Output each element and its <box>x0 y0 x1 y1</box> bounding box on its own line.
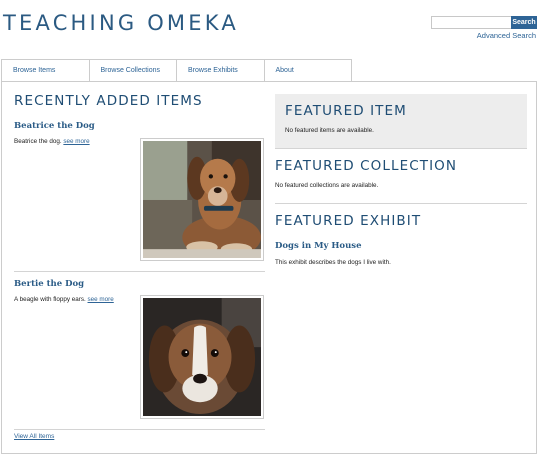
item-description-text: Beatrice the dog. <box>14 138 62 145</box>
dog-photo-icon <box>143 141 261 258</box>
nav-browse-exhibits[interactable]: Browse Exhibits <box>177 60 265 82</box>
exhibit-title-link[interactable]: Dogs in My House <box>275 241 361 251</box>
nav-about[interactable]: About <box>264 60 352 82</box>
site-title[interactable]: TEACHING OMEKA <box>3 11 239 35</box>
exhibit-description: This exhibit describes the dogs I live w… <box>275 259 391 266</box>
featured-item-message: No featured items are available. <box>285 127 374 134</box>
recent-items-heading: RECENTLY ADDED ITEMS <box>14 93 203 109</box>
see-more-link[interactable]: see more <box>63 138 89 145</box>
dog-photo-icon <box>143 298 261 416</box>
item-description: A beagle with floppy ears. see more <box>14 296 114 303</box>
see-more-link[interactable]: see more <box>88 296 114 303</box>
featured-collection-message: No featured collections are available. <box>275 182 379 189</box>
item-title-beatrice[interactable]: Beatrice the Dog <box>14 121 95 131</box>
item-divider <box>14 429 265 430</box>
search-button[interactable]: Search <box>511 16 537 29</box>
featured-collection-heading: FEATURED COLLECTION <box>275 158 458 174</box>
main-content: RECENTLY ADDED ITEMS Beatrice the Dog Be… <box>1 81 537 454</box>
featured-exhibit-heading: FEATURED EXHIBIT <box>275 213 422 229</box>
nav-browse-items[interactable]: Browse Items <box>2 60 90 82</box>
featured-item-heading: FEATURED ITEM <box>285 103 407 119</box>
section-divider <box>275 203 527 204</box>
advanced-search-link[interactable]: Advanced Search <box>477 31 536 40</box>
view-all-items-link[interactable]: View All Items <box>14 433 54 440</box>
featured-item-box: FEATURED ITEM No featured items are avai… <box>275 94 527 148</box>
item-thumbnail-bertie[interactable] <box>140 295 264 419</box>
search-form: Search <box>431 16 537 29</box>
section-divider <box>275 148 527 149</box>
item-thumbnail-beatrice[interactable] <box>140 138 264 261</box>
nav-browse-collections[interactable]: Browse Collections <box>89 60 177 82</box>
item-description-text: A beagle with floppy ears. <box>14 296 86 303</box>
item-divider <box>14 271 265 272</box>
main-nav: Browse Items Browse Collections Browse E… <box>1 59 352 82</box>
item-description: Beatrice the dog. see more <box>14 138 90 145</box>
item-title-bertie[interactable]: Bertie the Dog <box>14 279 84 289</box>
search-input[interactable] <box>431 16 513 29</box>
